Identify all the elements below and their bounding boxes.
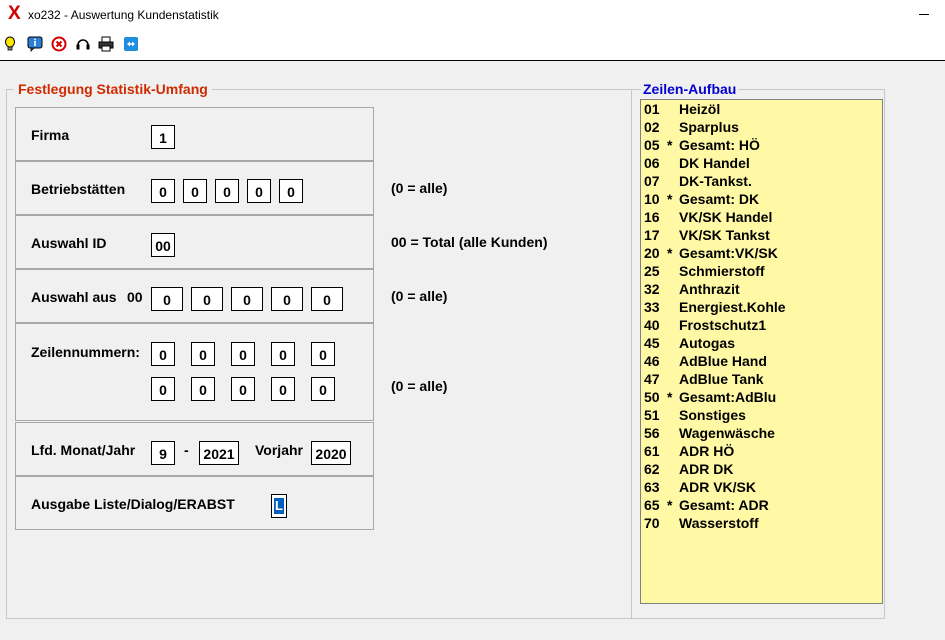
auswahl-aus-hint: (0 = alle) xyxy=(391,288,448,304)
betriebsstaette-input[interactable]: 0 xyxy=(215,179,239,203)
betriebsstaette-input[interactable]: 0 xyxy=(279,179,303,203)
panel-lfd-monat-jahr: Lfd. Monat/Jahr 9 - 2021 Vorjahr 2020 xyxy=(15,422,374,476)
zeilennummer-input[interactable]: 0 xyxy=(231,377,255,401)
minimize-button[interactable] xyxy=(919,14,929,15)
zeilennummer-input[interactable]: 0 xyxy=(311,377,335,401)
zeilennummer-input[interactable]: 0 xyxy=(271,377,295,401)
ausgabe-label: Ausgabe Liste/Dialog/ERABST xyxy=(31,496,235,512)
zeilennummer-input[interactable]: 0 xyxy=(311,342,335,366)
toolbar xyxy=(0,30,945,61)
jahr-input[interactable]: 2021 xyxy=(199,441,239,465)
settings-group-title: Festlegung Statistik-Umfang xyxy=(14,81,212,97)
panel-ausgabe: Ausgabe Liste/Dialog/ERABST L xyxy=(15,476,374,530)
zeilennummer-input[interactable]: 0 xyxy=(151,377,175,401)
vorjahr-label: Vorjahr xyxy=(255,442,303,458)
info-icon[interactable] xyxy=(27,36,43,52)
remote-icon[interactable] xyxy=(123,36,139,52)
panel-auswahl-id: Auswahl ID 00 xyxy=(15,215,374,269)
panel-zeilennummern: Zeilennummern: 0 0 0 0 0 0 0 0 0 0 xyxy=(15,323,374,421)
vorjahr-input[interactable]: 2020 xyxy=(311,441,351,465)
panel-betriebsstaetten: Betriebstätten 0 0 0 0 0 xyxy=(15,161,374,215)
monat-input[interactable]: 9 xyxy=(151,441,175,465)
betriebsstaetten-hint: (0 = alle) xyxy=(391,180,448,196)
betriebsstaette-input[interactable]: 0 xyxy=(151,179,175,203)
ausgabe-value: L xyxy=(274,498,284,514)
month-year-dash: - xyxy=(184,442,189,458)
zeilennummern-hint: (0 = alle) xyxy=(391,378,448,394)
close-circle-icon[interactable] xyxy=(51,36,67,52)
firma-input[interactable]: 1 xyxy=(151,125,175,149)
auswahl-id-label: Auswahl ID xyxy=(31,235,107,251)
panel-firma: Firma 1 xyxy=(15,107,374,161)
zeilennummer-input[interactable]: 0 xyxy=(191,377,215,401)
auswahl-id-hint: 00 = Total (alle Kunden) xyxy=(391,234,548,250)
title-bar: X xo232 - Auswertung Kundenstatistik xyxy=(0,0,945,30)
zeilennummer-input[interactable]: 0 xyxy=(191,342,215,366)
auswahl-aus-input[interactable]: 0 xyxy=(231,287,263,311)
lightbulb-icon[interactable] xyxy=(2,36,18,52)
zeilennummer-input[interactable]: 0 xyxy=(151,342,175,366)
betriebsstaette-input[interactable]: 0 xyxy=(247,179,271,203)
lfd-monat-jahr-label: Lfd. Monat/Jahr xyxy=(31,442,136,458)
betriebsstaette-input[interactable]: 0 xyxy=(183,179,207,203)
firma-label: Firma xyxy=(31,127,70,143)
betriebsstaetten-label: Betriebstätten xyxy=(31,181,126,197)
zeilennummer-input[interactable]: 0 xyxy=(271,342,295,366)
zeilen-aufbau-list[interactable]: 01 Heizöl 02 Sparplus 05 * Gesamt: HÖ 06 DK H… xyxy=(640,99,883,604)
zeilennummern-label: Zeilennummern: xyxy=(31,344,140,360)
headset-icon[interactable] xyxy=(75,36,91,52)
printer-icon[interactable] xyxy=(98,36,114,52)
zeilennummer-input[interactable]: 0 xyxy=(231,342,255,366)
window-title: xo232 - Auswertung Kundenstatistik xyxy=(28,8,219,22)
auswahl-aus-input[interactable]: 0 xyxy=(151,287,183,311)
auswahl-aus-input[interactable]: 0 xyxy=(191,287,223,311)
app-x-icon: X xyxy=(8,3,21,24)
auswahl-aus-prefix: 00 xyxy=(127,289,143,305)
rows-group-title: Zeilen-Aufbau xyxy=(641,81,739,97)
panel-auswahl-aus: Auswahl aus 00 0 0 0 0 0 xyxy=(15,269,374,323)
auswahl-aus-input[interactable]: 0 xyxy=(271,287,303,311)
auswahl-aus-label: Auswahl aus xyxy=(31,289,117,305)
auswahl-id-input[interactable]: 00 xyxy=(151,233,175,257)
auswahl-aus-input[interactable]: 0 xyxy=(311,287,343,311)
ausgabe-input[interactable]: L xyxy=(271,494,287,518)
